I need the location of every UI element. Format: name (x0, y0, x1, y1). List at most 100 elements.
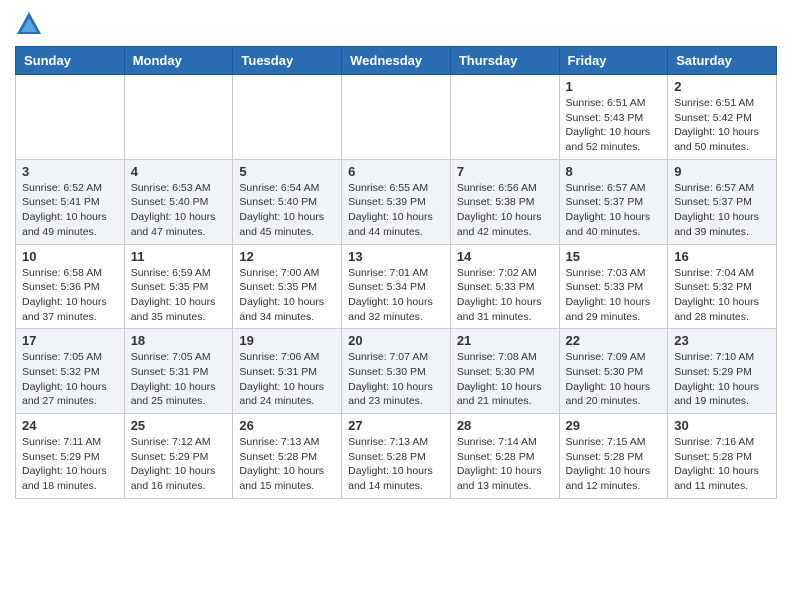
day-info: Sunrise: 6:58 AM Sunset: 5:36 PM Dayligh… (22, 266, 118, 325)
day-number: 15 (566, 249, 662, 264)
day-info: Sunrise: 6:52 AM Sunset: 5:41 PM Dayligh… (22, 181, 118, 240)
day-info: Sunrise: 7:01 AM Sunset: 5:34 PM Dayligh… (348, 266, 444, 325)
day-info: Sunrise: 7:15 AM Sunset: 5:28 PM Dayligh… (566, 435, 662, 494)
day-number: 22 (566, 333, 662, 348)
day-info: Sunrise: 6:57 AM Sunset: 5:37 PM Dayligh… (566, 181, 662, 240)
calendar-cell (233, 75, 342, 160)
calendar-cell: 28 Sunrise: 7:14 AM Sunset: 5:28 PM Dayli… (450, 414, 559, 499)
calendar-cell: 3 Sunrise: 6:52 AM Sunset: 5:41 PM Daylig… (16, 159, 125, 244)
header-row: SundayMondayTuesdayWednesdayThursdayFrid… (16, 47, 777, 75)
day-info: Sunrise: 7:16 AM Sunset: 5:28 PM Dayligh… (674, 435, 770, 494)
header (15, 10, 777, 38)
day-number: 5 (239, 164, 335, 179)
calendar-cell: 20 Sunrise: 7:07 AM Sunset: 5:30 PM Dayli… (342, 329, 451, 414)
day-info: Sunrise: 7:08 AM Sunset: 5:30 PM Dayligh… (457, 350, 553, 409)
day-number: 11 (131, 249, 227, 264)
day-number: 10 (22, 249, 118, 264)
calendar-cell: 1Sunrise: 6:51 AM Sunset: 5:43 PM Daylig… (559, 75, 668, 160)
day-info: Sunrise: 7:06 AM Sunset: 5:31 PM Dayligh… (239, 350, 335, 409)
calendar-cell (450, 75, 559, 160)
day-info: Sunrise: 7:14 AM Sunset: 5:28 PM Dayligh… (457, 435, 553, 494)
day-info: Sunrise: 7:10 AM Sunset: 5:29 PM Dayligh… (674, 350, 770, 409)
day-number: 30 (674, 418, 770, 433)
day-info: Sunrise: 7:03 AM Sunset: 5:33 PM Dayligh… (566, 266, 662, 325)
week-row-2: 3 Sunrise: 6:52 AM Sunset: 5:41 PM Daylig… (16, 159, 777, 244)
day-info: Sunrise: 6:57 AM Sunset: 5:37 PM Dayligh… (674, 181, 770, 240)
day-number: 2 (674, 79, 770, 94)
calendar-cell: 21 Sunrise: 7:08 AM Sunset: 5:30 PM Dayli… (450, 329, 559, 414)
day-header-monday: Monday (124, 47, 233, 75)
day-number: 13 (348, 249, 444, 264)
calendar-cell: 25 Sunrise: 7:12 AM Sunset: 5:29 PM Dayli… (124, 414, 233, 499)
calendar-cell: 22 Sunrise: 7:09 AM Sunset: 5:30 PM Dayli… (559, 329, 668, 414)
calendar-cell: 19Sunrise: 7:06 AM Sunset: 5:31 PM Dayli… (233, 329, 342, 414)
day-info: Sunrise: 7:00 AM Sunset: 5:35 PM Dayligh… (239, 266, 335, 325)
calendar-cell: 8Sunrise: 6:57 AM Sunset: 5:37 PM Daylig… (559, 159, 668, 244)
day-header-tuesday: Tuesday (233, 47, 342, 75)
calendar-cell: 5 Sunrise: 6:54 AM Sunset: 5:40 PM Daylig… (233, 159, 342, 244)
day-header-thursday: Thursday (450, 47, 559, 75)
day-number: 20 (348, 333, 444, 348)
calendar-cell (342, 75, 451, 160)
day-number: 6 (348, 164, 444, 179)
calendar-cell: 16 Sunrise: 7:04 AM Sunset: 5:32 PM Dayli… (668, 244, 777, 329)
logo-icon (15, 10, 43, 38)
day-number: 27 (348, 418, 444, 433)
logo (15, 10, 47, 38)
calendar-page: SundayMondayTuesdayWednesdayThursdayFrid… (0, 0, 792, 514)
calendar-cell: 2 Sunrise: 6:51 AM Sunset: 5:42 PM Daylig… (668, 75, 777, 160)
day-number: 4 (131, 164, 227, 179)
calendar-cell: 10 Sunrise: 6:58 AM Sunset: 5:36 PM Dayli… (16, 244, 125, 329)
day-info: Sunrise: 7:11 AM Sunset: 5:29 PM Dayligh… (22, 435, 118, 494)
day-info: Sunrise: 6:54 AM Sunset: 5:40 PM Dayligh… (239, 181, 335, 240)
calendar-cell: 11 Sunrise: 6:59 AM Sunset: 5:35 PM Dayli… (124, 244, 233, 329)
calendar-cell: 13 Sunrise: 7:01 AM Sunset: 5:34 PM Dayli… (342, 244, 451, 329)
week-row-3: 10 Sunrise: 6:58 AM Sunset: 5:36 PM Dayli… (16, 244, 777, 329)
day-info: Sunrise: 6:53 AM Sunset: 5:40 PM Dayligh… (131, 181, 227, 240)
calendar-cell: 29Sunrise: 7:15 AM Sunset: 5:28 PM Dayli… (559, 414, 668, 499)
day-number: 25 (131, 418, 227, 433)
day-info: Sunrise: 7:13 AM Sunset: 5:28 PM Dayligh… (239, 435, 335, 494)
day-info: Sunrise: 7:07 AM Sunset: 5:30 PM Dayligh… (348, 350, 444, 409)
week-row-5: 24 Sunrise: 7:11 AM Sunset: 5:29 PM Dayli… (16, 414, 777, 499)
day-info: Sunrise: 7:12 AM Sunset: 5:29 PM Dayligh… (131, 435, 227, 494)
calendar-cell: 30 Sunrise: 7:16 AM Sunset: 5:28 PM Dayli… (668, 414, 777, 499)
day-number: 16 (674, 249, 770, 264)
week-row-1: 1Sunrise: 6:51 AM Sunset: 5:43 PM Daylig… (16, 75, 777, 160)
day-info: Sunrise: 6:51 AM Sunset: 5:42 PM Dayligh… (674, 96, 770, 155)
day-number: 21 (457, 333, 553, 348)
day-number: 14 (457, 249, 553, 264)
day-header-wednesday: Wednesday (342, 47, 451, 75)
calendar-cell: 9 Sunrise: 6:57 AM Sunset: 5:37 PM Daylig… (668, 159, 777, 244)
calendar-cell: 24 Sunrise: 7:11 AM Sunset: 5:29 PM Dayli… (16, 414, 125, 499)
day-info: Sunrise: 6:56 AM Sunset: 5:38 PM Dayligh… (457, 181, 553, 240)
day-number: 3 (22, 164, 118, 179)
week-row-4: 17Sunrise: 7:05 AM Sunset: 5:32 PM Dayli… (16, 329, 777, 414)
day-number: 28 (457, 418, 553, 433)
calendar-cell: 15 Sunrise: 7:03 AM Sunset: 5:33 PM Dayli… (559, 244, 668, 329)
day-number: 12 (239, 249, 335, 264)
calendar-cell: 17Sunrise: 7:05 AM Sunset: 5:32 PM Dayli… (16, 329, 125, 414)
calendar-cell: 6 Sunrise: 6:55 AM Sunset: 5:39 PM Daylig… (342, 159, 451, 244)
day-number: 7 (457, 164, 553, 179)
calendar-cell (16, 75, 125, 160)
day-info: Sunrise: 6:51 AM Sunset: 5:43 PM Dayligh… (566, 96, 662, 155)
day-number: 26 (239, 418, 335, 433)
day-info: Sunrise: 6:59 AM Sunset: 5:35 PM Dayligh… (131, 266, 227, 325)
day-number: 18 (131, 333, 227, 348)
day-number: 9 (674, 164, 770, 179)
day-info: Sunrise: 7:09 AM Sunset: 5:30 PM Dayligh… (566, 350, 662, 409)
calendar-cell: 27Sunrise: 7:13 AM Sunset: 5:28 PM Dayli… (342, 414, 451, 499)
day-info: Sunrise: 7:05 AM Sunset: 5:31 PM Dayligh… (131, 350, 227, 409)
calendar-cell: 23Sunrise: 7:10 AM Sunset: 5:29 PM Dayli… (668, 329, 777, 414)
day-info: Sunrise: 7:04 AM Sunset: 5:32 PM Dayligh… (674, 266, 770, 325)
day-header-sunday: Sunday (16, 47, 125, 75)
calendar-cell: 26 Sunrise: 7:13 AM Sunset: 5:28 PM Dayli… (233, 414, 342, 499)
day-info: Sunrise: 6:55 AM Sunset: 5:39 PM Dayligh… (348, 181, 444, 240)
day-number: 24 (22, 418, 118, 433)
day-info: Sunrise: 7:02 AM Sunset: 5:33 PM Dayligh… (457, 266, 553, 325)
day-info: Sunrise: 7:05 AM Sunset: 5:32 PM Dayligh… (22, 350, 118, 409)
calendar-cell: 12 Sunrise: 7:00 AM Sunset: 5:35 PM Dayli… (233, 244, 342, 329)
calendar-cell: 14 Sunrise: 7:02 AM Sunset: 5:33 PM Dayli… (450, 244, 559, 329)
calendar-cell (124, 75, 233, 160)
